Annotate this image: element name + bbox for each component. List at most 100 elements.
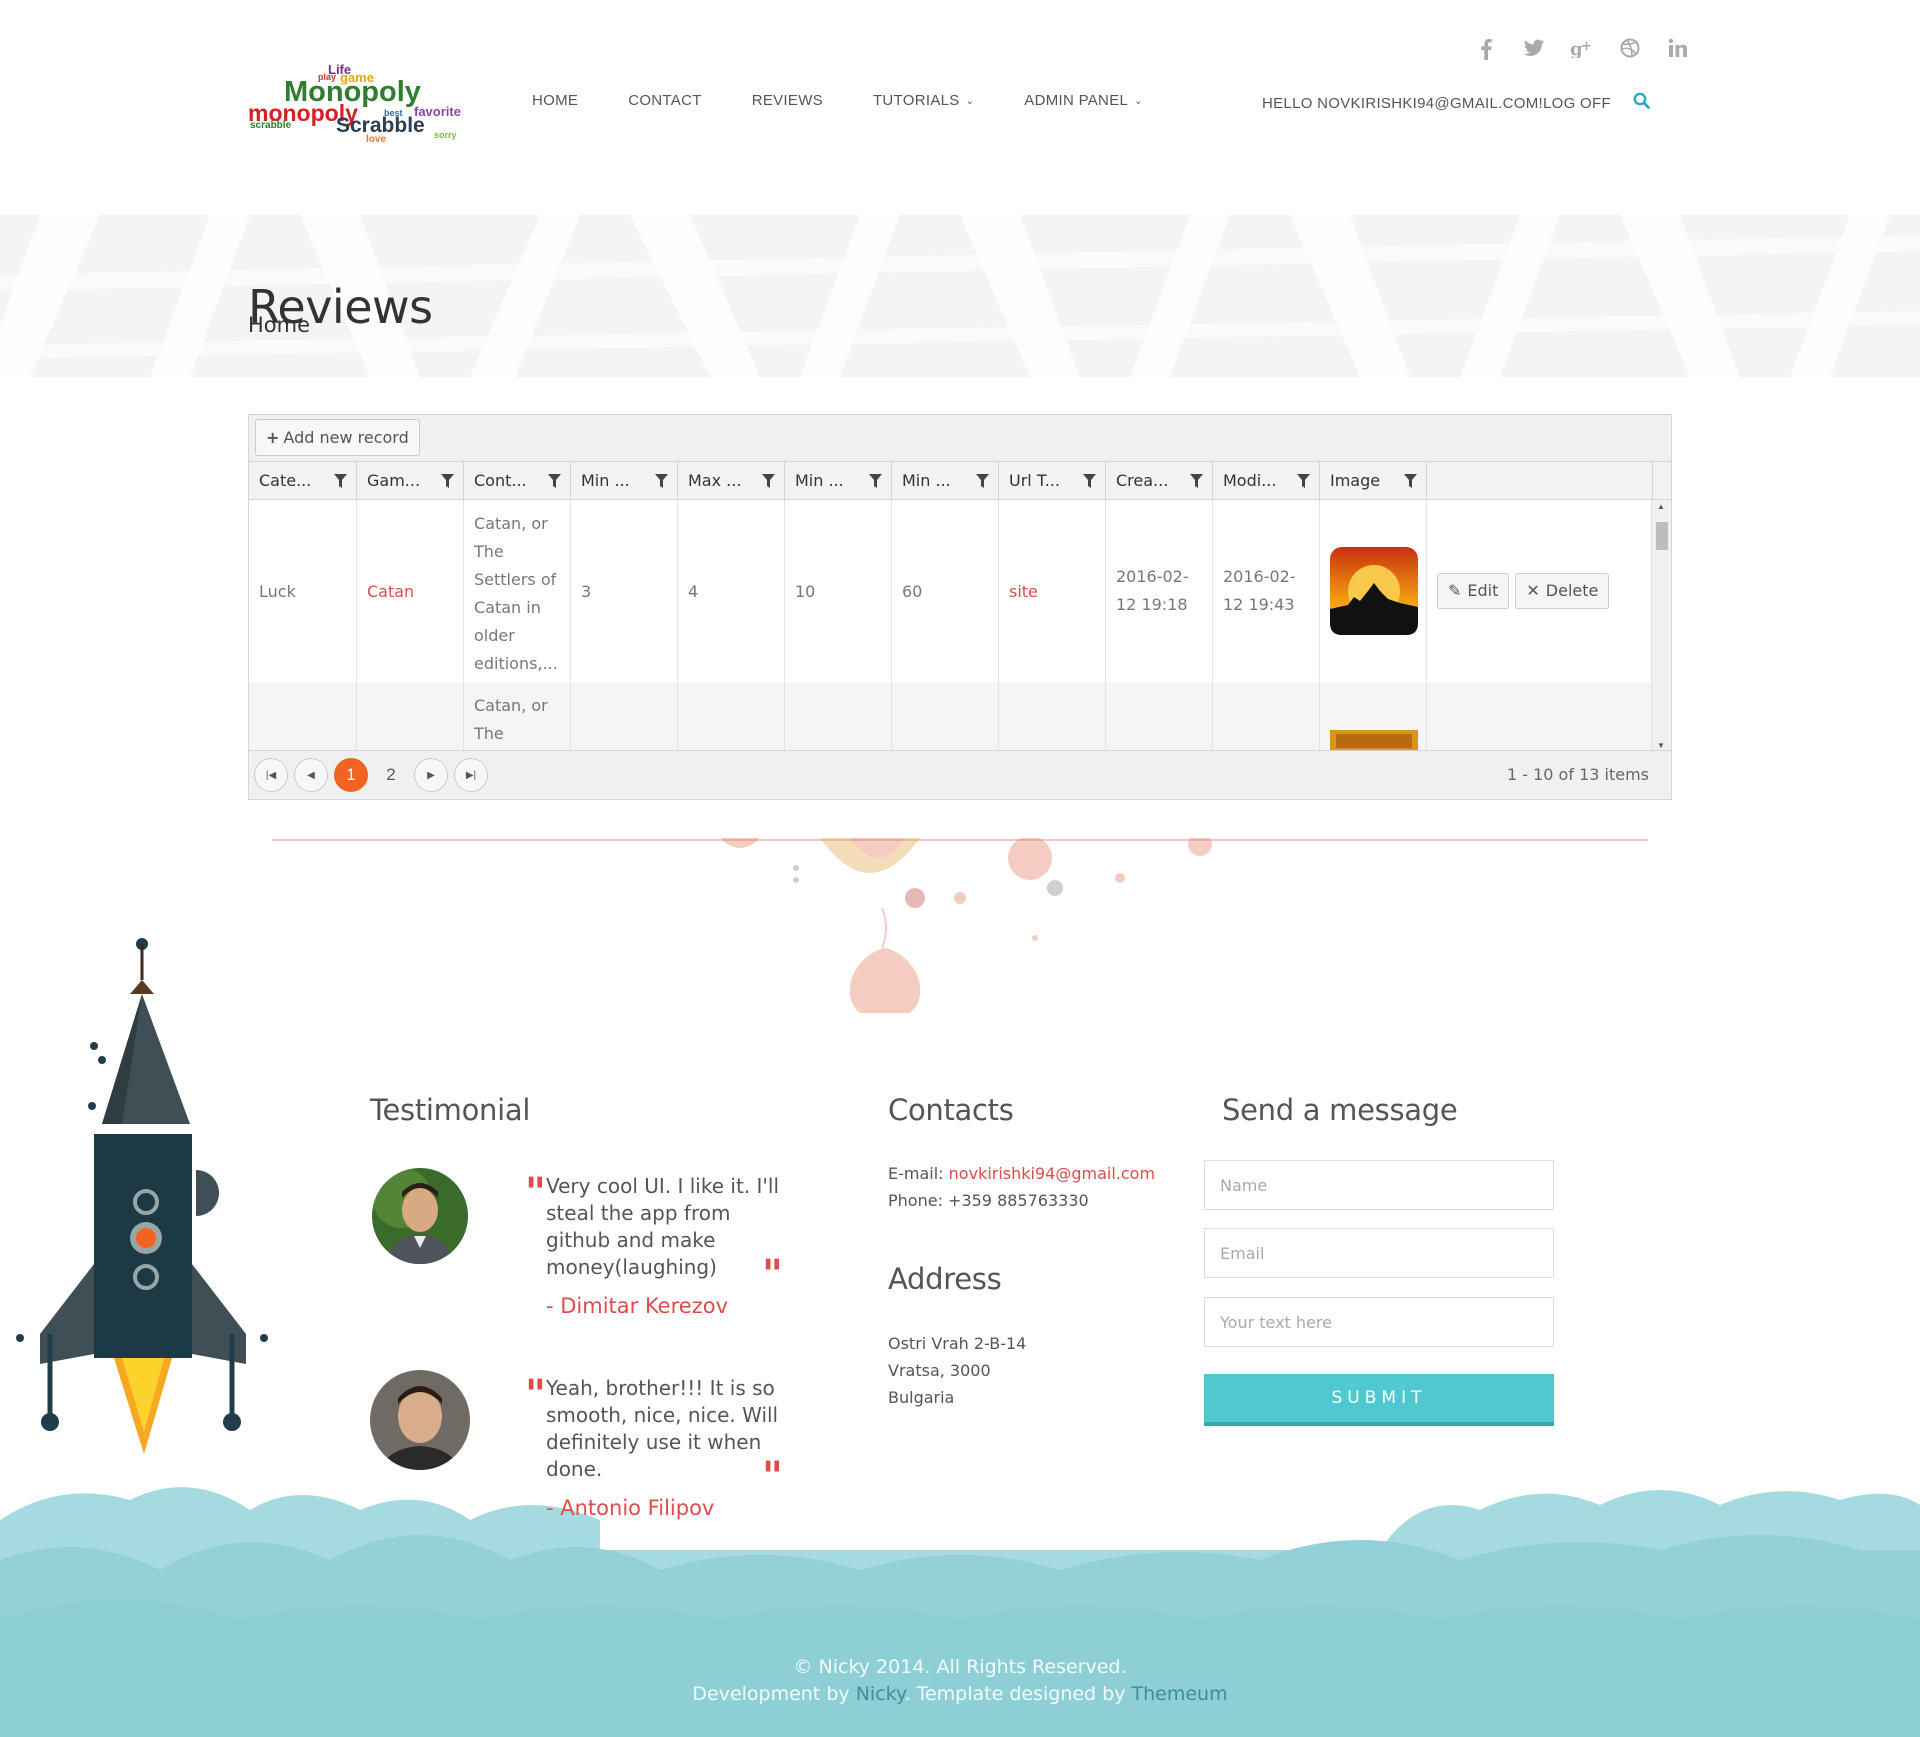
address-line: Ostri Vrah 2-B-14 <box>888 1334 1027 1353</box>
cell-actions <box>1427 682 1653 752</box>
logo-word: sorry <box>434 130 457 140</box>
linkedin-icon[interactable] <box>1654 38 1702 62</box>
column-header-min-time[interactable]: Min ... <box>892 462 999 499</box>
delete-button[interactable]: ✕ Delete <box>1515 573 1610 609</box>
column-header-image[interactable]: Image <box>1320 462 1427 499</box>
column-header-category[interactable]: Cate... <box>249 462 357 499</box>
submit-button[interactable]: SUBMIT <box>1204 1374 1554 1426</box>
filter-icon[interactable] <box>1079 462 1099 499</box>
edit-button[interactable]: ✎ Edit <box>1437 573 1510 609</box>
vertical-scrollbar[interactable]: ▲ ▼ <box>1651 500 1671 752</box>
column-header-label: Cont... <box>474 471 527 490</box>
nav-contact[interactable]: CONTACT <box>628 92 701 116</box>
filter-icon[interactable] <box>1186 462 1206 499</box>
cell-content: Catan, or The Settlers of Catan in older… <box>464 500 571 682</box>
search-icon[interactable] <box>1633 92 1650 114</box>
column-header-label: Min ... <box>795 471 844 490</box>
testimonial-text: Very cool UI. I like it. I'll steal the … <box>546 1174 780 1279</box>
prev-page-button[interactable]: ◀ <box>294 758 328 792</box>
filter-icon[interactable] <box>651 462 671 499</box>
page-title-band: Reviews Home <box>0 215 1920 377</box>
logo-word: love <box>366 134 387 145</box>
scroll-up-icon[interactable]: ▲ <box>1657 502 1665 511</box>
close-icon: ✕ <box>1526 581 1540 600</box>
main-nav: HOME CONTACT REVIEWS TUTORIALS ⌄ ADMIN PA… <box>532 92 1193 116</box>
filter-icon[interactable] <box>437 462 457 499</box>
google-plus-icon[interactable]: g + <box>1558 38 1606 62</box>
column-header-max-players[interactable]: Max ... <box>678 462 785 499</box>
table-row[interactable]: Catan, or The <box>249 682 1653 752</box>
cell-game <box>357 682 464 752</box>
nav-admin-panel[interactable]: ADMIN PANEL ⌄ <box>1024 92 1143 116</box>
nav-home[interactable]: HOME <box>532 92 578 116</box>
scrollbar-thumb[interactable] <box>1656 522 1668 550</box>
nav-reviews[interactable]: REVIEWS <box>752 92 823 116</box>
last-page-icon: ▶| <box>465 769 477 781</box>
address-title: Address <box>888 1262 1002 1296</box>
cell-created <box>1106 682 1213 752</box>
filter-icon[interactable] <box>544 462 564 499</box>
column-header-min-age[interactable]: Min ... <box>785 462 892 499</box>
breadcrumb-home[interactable]: Home <box>248 313 310 337</box>
site-link[interactable]: site <box>1009 582 1038 601</box>
chevron-down-icon: ⌄ <box>1134 96 1143 107</box>
cell-max-players: 4 <box>678 500 785 682</box>
column-header-modified[interactable]: Modi... <box>1213 462 1320 499</box>
first-page-button[interactable]: |◀ <box>254 758 288 792</box>
filter-icon[interactable] <box>330 462 350 499</box>
twitter-icon[interactable] <box>1510 38 1558 62</box>
page-button[interactable]: 2 <box>374 758 408 792</box>
grid-header: Cate... Gam... Cont... Min ... Max ... M… <box>249 462 1671 500</box>
next-page-icon: ▶ <box>427 769 435 781</box>
column-header-label: Crea... <box>1116 471 1169 490</box>
first-page-icon: |◀ <box>265 769 277 781</box>
developer-link[interactable]: Nicky <box>856 1683 905 1705</box>
designer-link[interactable]: Themeum <box>1132 1683 1228 1705</box>
filter-icon[interactable] <box>1400 462 1420 499</box>
dribbble-icon[interactable] <box>1606 38 1654 62</box>
svg-text:+: + <box>1581 39 1592 54</box>
cell-content: Catan, or The <box>464 682 571 752</box>
testimonial-author: - Dimitar Kerezov <box>546 1294 728 1318</box>
email-link[interactable]: novkirishki94@gmail.com <box>949 1164 1155 1183</box>
column-header-created[interactable]: Crea... <box>1106 462 1213 499</box>
facebook-icon[interactable] <box>1462 38 1510 62</box>
table-row[interactable]: Luck Catan Catan, or The Settlers of Cat… <box>249 500 1653 682</box>
column-header-content[interactable]: Cont... <box>464 462 571 499</box>
next-page-button[interactable]: ▶ <box>414 758 448 792</box>
testimonial-author: - Antonio Filipov <box>546 1496 715 1520</box>
name-input[interactable] <box>1204 1160 1554 1210</box>
filter-icon[interactable] <box>972 462 992 499</box>
cell-category <box>249 682 357 752</box>
filter-icon[interactable] <box>758 462 778 499</box>
column-header-label: Min ... <box>902 471 951 490</box>
cell-game: Catan <box>357 500 464 682</box>
delete-label: Delete <box>1545 581 1599 600</box>
last-page-button[interactable]: ▶| <box>454 758 488 792</box>
nav-tutorials[interactable]: TUTORIALS ⌄ <box>873 92 974 116</box>
social-links: g + <box>1462 38 1702 62</box>
cell-min-age: 10 <box>785 500 892 682</box>
filter-icon[interactable] <box>865 462 885 499</box>
log-off-link[interactable]: LOG OFF <box>1543 95 1611 112</box>
scroll-down-icon[interactable]: ▼ <box>1657 741 1665 750</box>
cell-actions: ✎ Edit ✕ Delete <box>1427 500 1653 682</box>
cell-min-players: 3 <box>571 500 678 682</box>
message-textarea[interactable] <box>1204 1297 1554 1347</box>
address-line: Vratsa, 3000 <box>888 1361 991 1380</box>
logo[interactable]: Life play game Monopoly monopoly favorit… <box>244 58 509 148</box>
contacts-title: Contacts <box>888 1093 1014 1127</box>
column-header-min-players[interactable]: Min ... <box>571 462 678 499</box>
plus-icon: + <box>266 428 280 447</box>
email-input[interactable] <box>1204 1228 1554 1278</box>
column-header-url[interactable]: Url T... <box>999 462 1106 499</box>
catan-thumbnail-image <box>1330 547 1418 635</box>
column-header-label: Cate... <box>259 471 312 490</box>
filter-icon[interactable] <box>1293 462 1313 499</box>
column-header-game[interactable]: Gam... <box>357 462 464 499</box>
game-link[interactable]: Catan <box>367 582 414 601</box>
hello-user-link[interactable]: HELLO NOVKIRISHKI94@GMAIL.COM! <box>1262 95 1543 112</box>
add-new-record-button[interactable]: + Add new record <box>255 419 420 456</box>
page-button-active[interactable]: 1 <box>334 758 368 792</box>
avatar <box>370 1370 470 1470</box>
